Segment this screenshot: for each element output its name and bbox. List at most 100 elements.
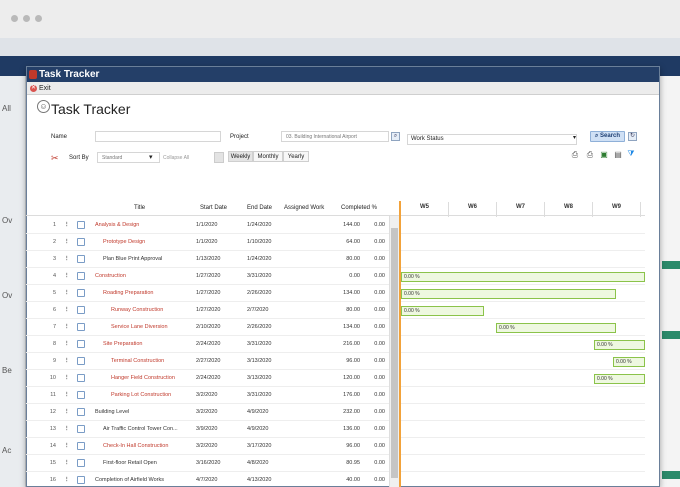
task-title[interactable]: Hanger Field Construction (111, 375, 175, 381)
row-menu-icon[interactable]: ⋮ (64, 290, 70, 296)
row-menu-icon[interactable]: ⋮ (64, 256, 70, 262)
column-title[interactable]: Title (134, 205, 145, 211)
edit-icon[interactable] (77, 374, 85, 382)
tools-icon[interactable]: ✂ (51, 153, 59, 164)
export-icon[interactable]: ▤ (613, 150, 623, 160)
edit-icon[interactable] (77, 289, 85, 297)
chevron-down-icon[interactable]: ▾ (573, 134, 576, 141)
search-button[interactable]: ⌕ Search (590, 131, 625, 142)
task-title[interactable]: Site Preparation (103, 341, 142, 347)
scroll-thumb[interactable] (391, 228, 398, 478)
row-menu-icon[interactable]: ⋮ (64, 341, 70, 347)
row-menu-icon[interactable]: ⋮ (64, 409, 70, 415)
exit-button[interactable]: Exit (39, 85, 51, 92)
table-row[interactable]: 11 ⋮ Parking Lot Construction 3/2/2020 3/31/… (26, 387, 389, 404)
column-end-date[interactable]: End Date (247, 205, 272, 211)
task-title[interactable]: Runway Construction (111, 307, 163, 313)
table-row[interactable]: 4 ⋮ Construction 1/27/2020 3/31/2020 0.00 0.00 (26, 268, 389, 285)
task-title[interactable]: Completion of Airfield Works (95, 477, 164, 483)
table-row[interactable]: 3 ⋮ Plan Blue Print Approval 1/13/2020 1/24/… (26, 251, 389, 268)
collapse-all-label[interactable]: Collapse All (163, 155, 189, 161)
tab-weekly[interactable]: Weekly (228, 151, 253, 162)
task-title[interactable]: Parking Lot Construction (111, 392, 171, 398)
edit-icon[interactable] (77, 425, 85, 433)
table-row[interactable]: 1 ⋮ Analysis & Design 1/1/2020 1/24/2020 144.… (26, 217, 389, 234)
edit-icon[interactable] (77, 476, 85, 484)
row-menu-icon[interactable]: ⋮ (64, 375, 70, 381)
preview-icon[interactable]: ⎙ (570, 150, 580, 160)
row-menu-icon[interactable]: ⋮ (64, 222, 70, 228)
gantt-bar[interactable]: 0.00 % (594, 374, 645, 384)
gantt-bar[interactable]: 0.00 % (613, 357, 645, 367)
edit-icon[interactable] (77, 408, 85, 416)
gantt-bar[interactable]: 0.00 % (594, 340, 645, 350)
edit-icon[interactable] (77, 357, 85, 365)
edit-icon[interactable] (77, 442, 85, 450)
task-title[interactable]: Building Level (95, 409, 129, 415)
task-title[interactable]: Service Lane Diversion (111, 324, 168, 330)
tab-yearly[interactable]: Yearly (283, 151, 309, 162)
edit-icon[interactable] (77, 255, 85, 263)
tab-monthly[interactable]: Monthly (253, 151, 283, 162)
exit-icon[interactable]: ✕ (30, 85, 37, 92)
clear-filter-icon[interactable]: ↻ (628, 132, 637, 141)
edit-icon[interactable] (77, 340, 85, 348)
table-row[interactable]: 8 ⋮ Site Preparation 2/24/2020 3/31/2020 216.… (26, 336, 389, 353)
table-row[interactable]: 6 ⋮ Runway Construction 1/27/2020 2/7/2020 80… (26, 302, 389, 319)
table-row[interactable]: 7 ⋮ Service Lane Diversion 2/10/2020 2/26/20… (26, 319, 389, 336)
column-start-date[interactable]: Start Date (200, 205, 227, 211)
task-title[interactable]: Analysis & Design (95, 222, 139, 228)
work-status-select[interactable]: Work Status (407, 134, 577, 145)
row-menu-icon[interactable]: ⋮ (64, 426, 70, 432)
edit-icon[interactable] (77, 391, 85, 399)
row-menu-icon[interactable]: ⋮ (64, 324, 70, 330)
row-menu-icon[interactable]: ⋮ (64, 443, 70, 449)
task-title[interactable]: Prototype Design (103, 239, 145, 245)
row-menu-icon[interactable]: ⋮ (64, 307, 70, 313)
task-title[interactable]: Construction (95, 273, 126, 279)
column-completed[interactable]: Completed % (341, 205, 377, 211)
close-dot-icon[interactable] (11, 15, 18, 22)
edit-icon[interactable] (77, 221, 85, 229)
table-row[interactable]: 14 ⋮ Check-In Hall Construction 3/2/2020 3/1… (26, 438, 389, 455)
edit-icon[interactable] (77, 323, 85, 331)
gantt-bar[interactable]: 0.00 % (401, 306, 484, 316)
edit-icon[interactable] (77, 238, 85, 246)
edit-icon[interactable] (77, 306, 85, 314)
gantt-bar[interactable]: 0.00 % (401, 289, 616, 299)
task-title[interactable]: First-floor Retail Open (103, 460, 157, 466)
task-title[interactable]: Air Traffic Control Tower Con... (103, 426, 178, 432)
table-row[interactable]: 15 ⋮ First-floor Retail Open 3/16/2020 4/8/2… (26, 455, 389, 472)
row-menu-icon[interactable]: ⋮ (64, 460, 70, 466)
table-row[interactable]: 16 ⋮ Completion of Airfield Works 4/7/2020 4… (26, 472, 389, 487)
table-row[interactable]: 12 ⋮ Building Level 3/2/2020 4/9/2020 232.00 0… (26, 404, 389, 421)
row-menu-icon[interactable]: ⋮ (64, 477, 70, 483)
excel-icon[interactable]: ▣ (599, 150, 609, 160)
row-menu-icon[interactable]: ⋮ (64, 392, 70, 398)
task-title[interactable]: Check-In Hall Construction (103, 443, 168, 449)
edit-icon[interactable] (77, 272, 85, 280)
gantt-bar[interactable]: 0.00 % (401, 272, 645, 282)
task-title[interactable]: Plan Blue Print Approval (103, 256, 162, 262)
maximize-dot-icon[interactable] (35, 15, 42, 22)
edit-icon[interactable] (77, 459, 85, 467)
task-title[interactable]: Roading Preparation (103, 290, 153, 296)
table-row[interactable]: 9 ⋮ Terminal Construction 2/27/2020 3/13/202… (26, 353, 389, 370)
table-row[interactable]: 13 ⋮ Air Traffic Control Tower Con... 3/9/2… (26, 421, 389, 438)
row-menu-icon[interactable]: ⋮ (64, 239, 70, 245)
gantt-bar[interactable]: 0.00 % (496, 323, 616, 333)
table-row[interactable]: 10 ⋮ Hanger Field Construction 2/24/2020 3/1… (26, 370, 389, 387)
minimize-dot-icon[interactable] (23, 15, 30, 22)
project-input[interactable]: 03. Building International Airport (281, 131, 389, 142)
row-menu-icon[interactable]: ⋮ (64, 358, 70, 364)
table-row[interactable]: 5 ⋮ Roading Preparation 1/27/2020 2/26/2020 1… (26, 285, 389, 302)
table-row[interactable]: 2 ⋮ Prototype Design 1/1/2020 1/10/2020 64.00… (26, 234, 389, 251)
print-icon[interactable]: ⎙ (585, 150, 595, 160)
task-title[interactable]: Terminal Construction (111, 358, 164, 364)
column-assigned-work[interactable]: Assigned Work (284, 205, 324, 211)
name-input[interactable] (95, 131, 221, 142)
filter-icon[interactable]: ⧩ (626, 149, 636, 159)
project-lookup-icon[interactable]: ⌕ (391, 132, 400, 141)
row-menu-icon[interactable]: ⋮ (64, 273, 70, 279)
grid-vertical-scrollbar[interactable] (389, 216, 399, 487)
